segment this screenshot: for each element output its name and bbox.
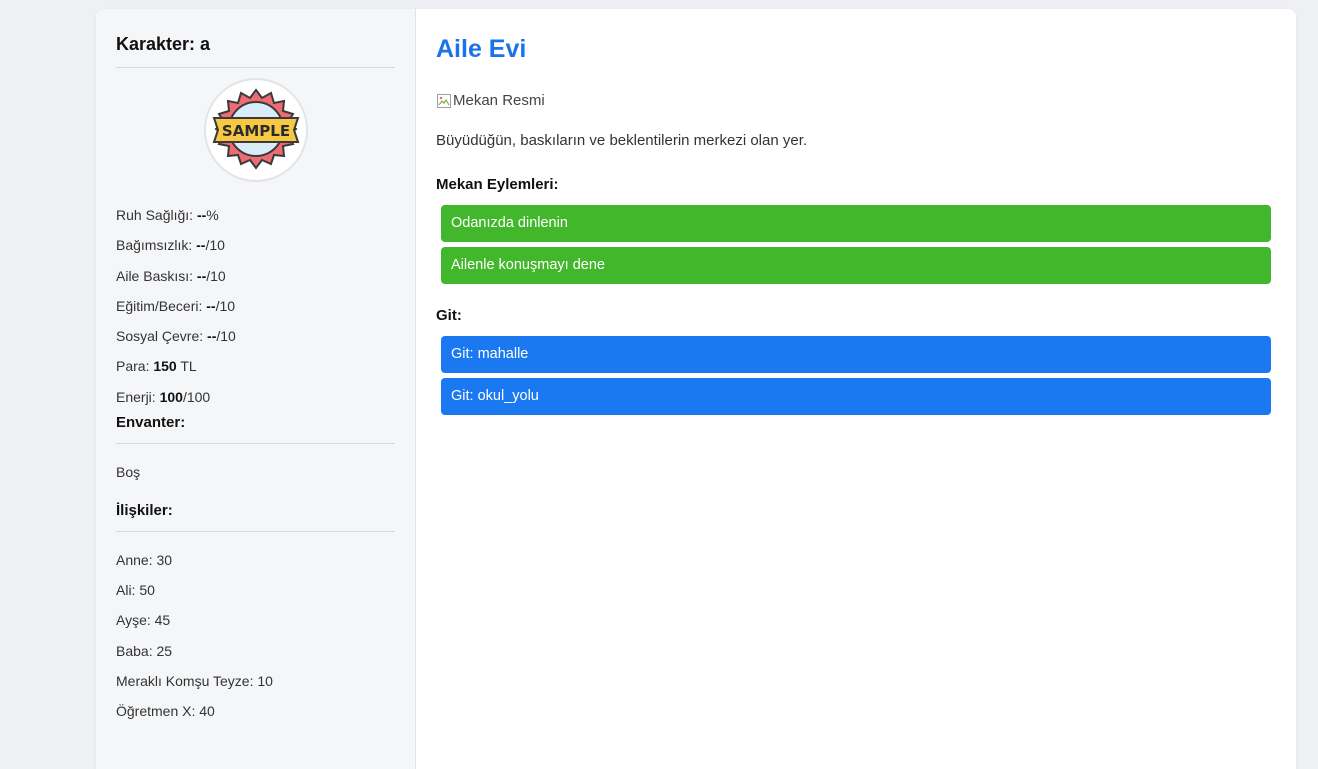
image-alt-text: Mekan Resmi	[453, 92, 545, 109]
relations-title: İlişkiler:	[116, 502, 395, 533]
list-item: Anne: 30	[116, 552, 173, 569]
stat-family-pressure: Aile Baskısı: --/10	[116, 267, 226, 284]
go-okul-yolu-button[interactable]: Git: okul_yolu	[441, 378, 1271, 415]
sample-badge-icon: SAMPLE	[212, 88, 299, 170]
actions-title: Mekan Eylemleri:	[436, 176, 559, 193]
game-window: Karakter: a SAMPLE Ruh Sağlığı: --% Bağı…	[96, 9, 1296, 769]
location-panel: Aile Evi Mekan Resmi Büyüdüğün, baskılar…	[416, 9, 1296, 769]
list-item: Ayşe: 45	[116, 612, 171, 629]
go-mahalle-button[interactable]: Git: mahalle	[441, 336, 1271, 373]
location-description: Büyüdüğün, baskıların ve beklentilerin m…	[436, 132, 808, 149]
actions-list: Odanızda dinlenin Ailenle konuşmayı dene	[436, 205, 1276, 284]
go-title: Git:	[436, 307, 462, 324]
location-image: Mekan Resmi	[436, 92, 1276, 109]
inventory-empty-text: Boş	[116, 464, 141, 481]
stat-energy: Enerji: 100/100	[116, 388, 211, 405]
talk-to-family-button[interactable]: Ailenle konuşmayı dene	[441, 247, 1271, 284]
relations-list: Anne: 30 Ali: 50 Ayşe: 45 Baba: 25 Merak…	[116, 550, 395, 731]
inventory-title: Envanter:	[116, 414, 395, 445]
stat-mental-health: Ruh Sağlığı: --%	[116, 207, 219, 223]
list-item: Ali: 50	[116, 582, 155, 599]
go-list: Git: mahalle Git: okul_yolu	[436, 336, 1276, 415]
svg-text:SAMPLE: SAMPLE	[221, 122, 289, 140]
broken-image-icon	[437, 93, 451, 108]
list-item: Baba: 25	[116, 642, 173, 659]
stat-social-circle: Sosyal Çevre: --/10	[116, 328, 236, 345]
location-title: Aile Evi	[436, 35, 527, 63]
list-item: Meraklı Komşu Teyze: 10	[116, 672, 273, 689]
rest-in-room-button[interactable]: Odanızda dinlenin	[441, 205, 1271, 242]
list-item: Öğretmen X: 40	[116, 703, 215, 720]
stat-money: Para: 150 TL	[116, 358, 197, 375]
stat-education: Eğitim/Beceri: --/10	[116, 297, 236, 314]
stat-independence: Bağımsızlık: --/10	[116, 237, 225, 254]
character-sidebar: Karakter: a SAMPLE Ruh Sağlığı: --% Bağı…	[96, 9, 416, 769]
stats-list: Ruh Sağlığı: --% Bağımsızlık: --/10 Aile…	[116, 205, 395, 417]
avatar: SAMPLE	[203, 78, 308, 182]
character-title: Karakter: a	[116, 34, 395, 68]
